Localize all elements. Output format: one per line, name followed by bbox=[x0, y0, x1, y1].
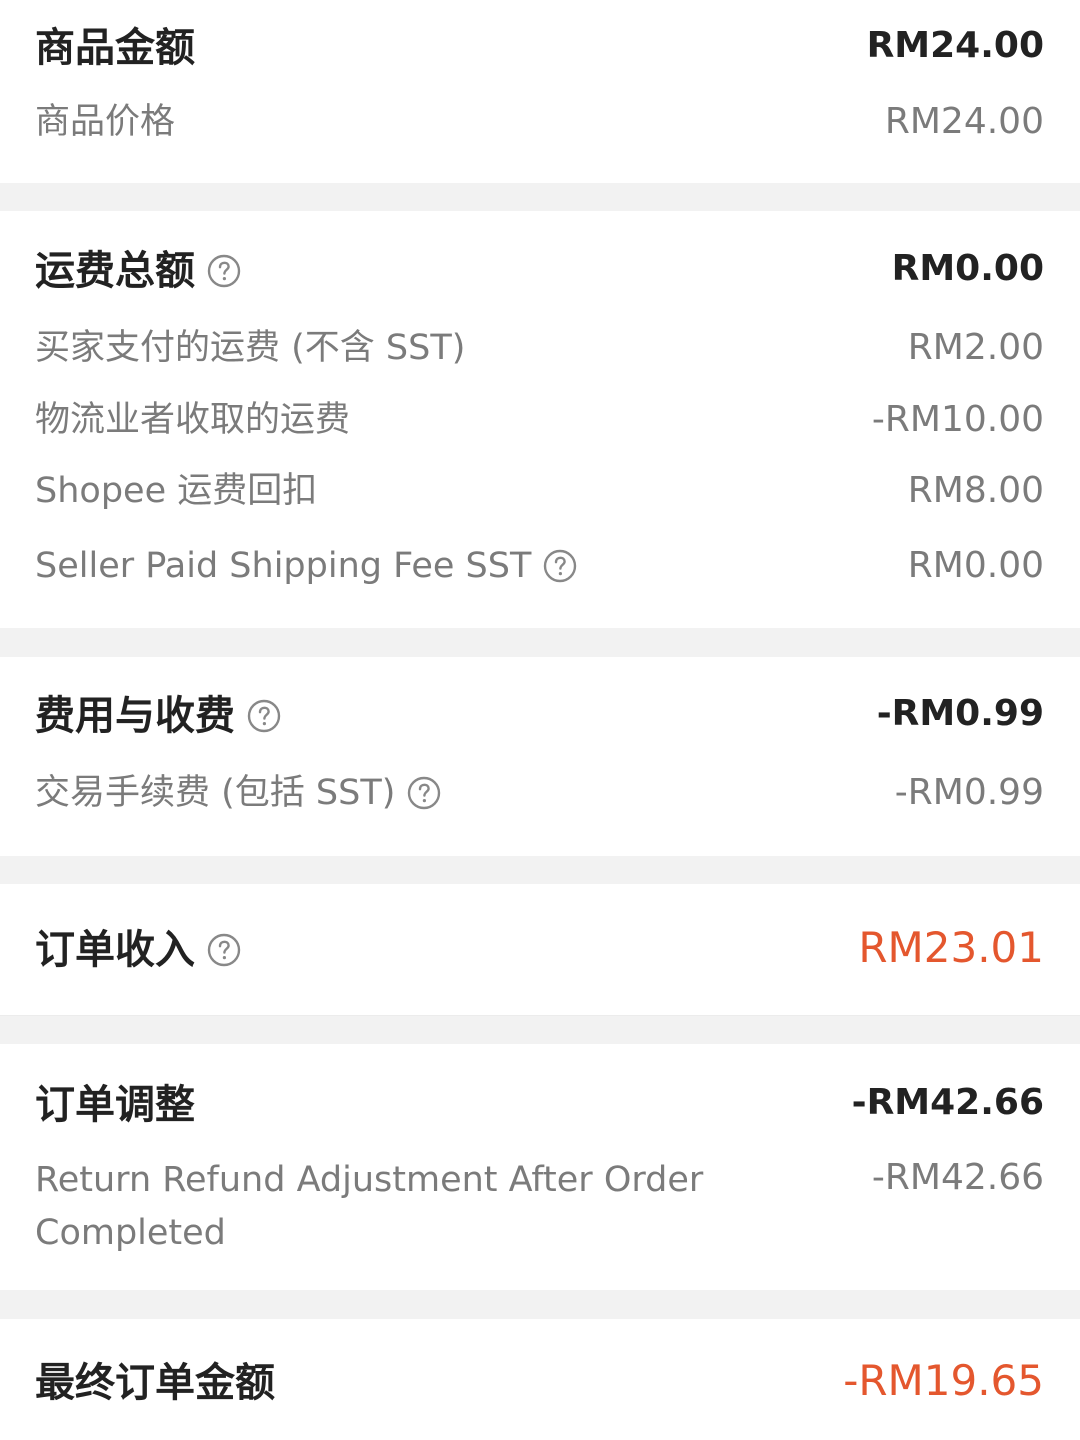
fees-header: 费用与收费 -RM0.99 bbox=[35, 690, 1044, 742]
question-circle-icon[interactable] bbox=[207, 933, 241, 967]
shipping-total-value: RM0.00 bbox=[891, 248, 1044, 289]
shipping-total-title: 运费总额 bbox=[35, 248, 195, 294]
final-order-amount-title: 最终订单金额 bbox=[35, 1360, 275, 1406]
fees-title-wrap[interactable]: 费用与收费 bbox=[35, 690, 281, 742]
final-order-amount-value: -RM19.65 bbox=[843, 1356, 1044, 1405]
order-adjustment-section: 订单调整 -RM42.66 Return Refund Adjustment A… bbox=[0, 1044, 1080, 1290]
carrier-shipping-row: 物流业者收取的运费 -RM10.00 bbox=[35, 396, 1044, 444]
return-refund-value: -RM42.66 bbox=[871, 1157, 1044, 1198]
shipping-total-title-wrap[interactable]: 运费总额 bbox=[35, 245, 241, 297]
transaction-fee-value: -RM0.99 bbox=[894, 772, 1044, 813]
return-refund-label: Return Refund Adjustment After Order Com… bbox=[35, 1160, 704, 1253]
order-income-title: 订单收入 bbox=[35, 927, 195, 973]
question-circle-icon[interactable] bbox=[407, 776, 441, 810]
product-price-label: 商品价格 bbox=[35, 102, 176, 142]
final-order-amount-row: 最终订单金额 -RM19.65 bbox=[35, 1357, 1044, 1409]
shopee-rebate-row: Shopee 运费回扣 RM8.00 bbox=[35, 467, 1044, 515]
buyer-shipping-label: 买家支付的运费 (不含 SST) bbox=[35, 328, 466, 368]
shopee-rebate-label: Shopee 运费回扣 bbox=[35, 471, 318, 511]
shipping-total-section: 运费总额 RM0.00 买家支付的运费 (不含 SST) RM2.00 物流业者… bbox=[0, 211, 1080, 628]
order-income-section: 订单收入 RM23.01 bbox=[0, 884, 1080, 1016]
fees-total: -RM0.99 bbox=[876, 693, 1044, 734]
order-adjustment-header: 订单调整 -RM42.66 bbox=[35, 1079, 1044, 1131]
product-amount-total: RM24.00 bbox=[866, 25, 1044, 66]
product-price-row: 商品价格 RM24.00 bbox=[35, 98, 1044, 146]
product-amount-title: 商品金额 bbox=[35, 25, 195, 71]
question-circle-icon[interactable] bbox=[247, 699, 281, 733]
seller-shipping-sst-row: Seller Paid Shipping Fee SST RM0.00 bbox=[35, 542, 1044, 590]
seller-shipping-sst-value: RM0.00 bbox=[907, 545, 1044, 586]
seller-shipping-sst-label-wrap[interactable]: Seller Paid Shipping Fee SST bbox=[35, 542, 577, 590]
transaction-fee-label-wrap[interactable]: 交易手续费 (包括 SST) bbox=[35, 769, 441, 817]
buyer-shipping-value: RM2.00 bbox=[907, 327, 1044, 368]
order-income-value: RM23.01 bbox=[858, 923, 1044, 972]
product-price-value: RM24.00 bbox=[884, 101, 1044, 142]
fees-section: 费用与收费 -RM0.99 交易手续费 (包括 SST) -RM0.99 bbox=[0, 657, 1080, 856]
transaction-fee-row: 交易手续费 (包括 SST) -RM0.99 bbox=[35, 769, 1044, 817]
fees-title: 费用与收费 bbox=[35, 693, 235, 739]
order-adjustment-title: 订单调整 bbox=[35, 1082, 195, 1128]
question-circle-icon[interactable] bbox=[207, 254, 241, 288]
final-order-amount-section: 最终订单金额 -RM19.65 bbox=[0, 1319, 1080, 1440]
shipping-total-header: 运费总额 RM0.00 bbox=[35, 245, 1044, 297]
order-income-title-wrap[interactable]: 订单收入 bbox=[35, 924, 241, 976]
order-adjustment-total: -RM42.66 bbox=[851, 1082, 1044, 1123]
shopee-rebate-value: RM8.00 bbox=[907, 470, 1044, 511]
question-circle-icon[interactable] bbox=[543, 549, 577, 583]
seller-shipping-sst-label: Seller Paid Shipping Fee SST bbox=[35, 546, 532, 586]
buyer-shipping-row: 买家支付的运费 (不含 SST) RM2.00 bbox=[35, 324, 1044, 372]
return-refund-row: Return Refund Adjustment After Order Com… bbox=[35, 1154, 1044, 1260]
carrier-shipping-value: -RM10.00 bbox=[871, 399, 1044, 440]
carrier-shipping-label: 物流业者收取的运费 bbox=[35, 400, 351, 440]
order-income-details: 商品金额 RM24.00 商品价格 RM24.00 运费总额 RM0.00 买家… bbox=[0, 0, 1080, 1440]
product-amount-header: 商品金额 RM24.00 bbox=[35, 22, 1044, 74]
order-income-row: 订单收入 RM23.01 bbox=[35, 924, 1044, 976]
product-amount-section: 商品金额 RM24.00 商品价格 RM24.00 bbox=[0, 0, 1080, 183]
transaction-fee-label: 交易手续费 (包括 SST) bbox=[35, 773, 396, 813]
